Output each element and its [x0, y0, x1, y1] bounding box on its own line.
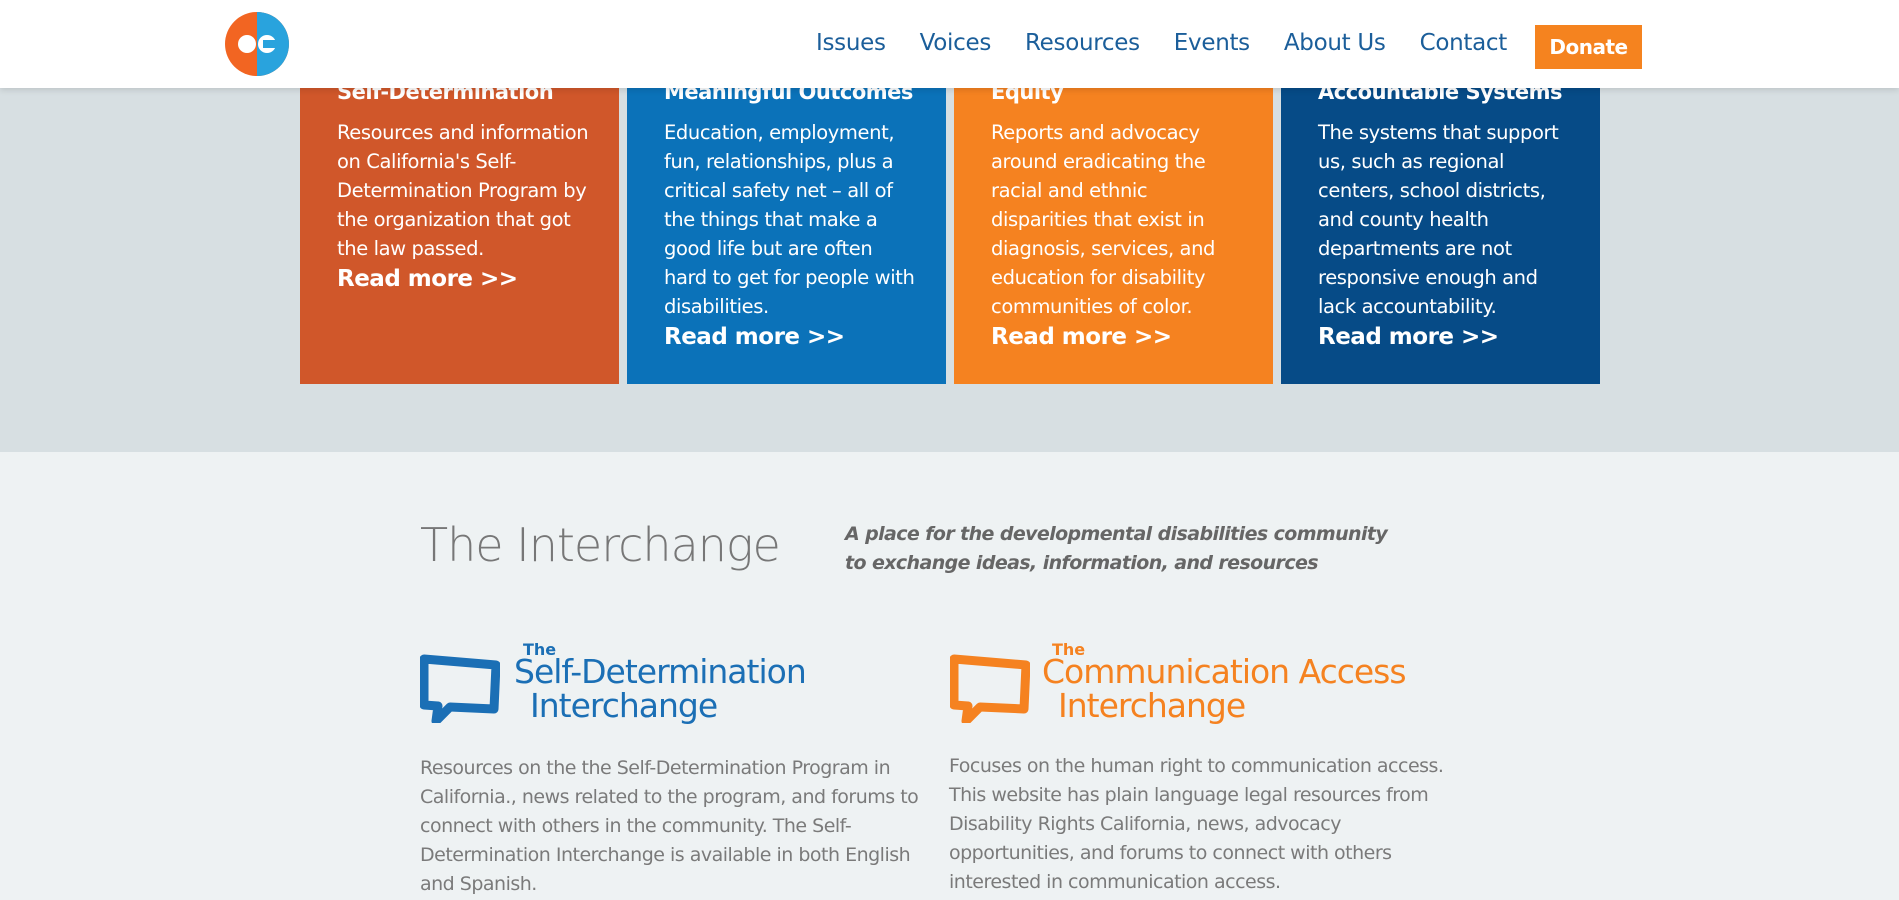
nav-resources[interactable]: Resources	[1025, 30, 1140, 56]
site-header: Issues Voices Resources Events About Us …	[0, 0, 1899, 88]
nav-about-us[interactable]: About Us	[1284, 30, 1386, 56]
speech-bubble-icon	[420, 654, 500, 723]
communication-access-description: Focuses on the human right to communicat…	[949, 755, 1444, 893]
logo-line-1: Self-Determination	[514, 652, 807, 691]
nav-contact[interactable]: Contact	[1420, 30, 1508, 56]
nav-events[interactable]: Events	[1174, 30, 1250, 56]
logo-line-2: Interchange	[530, 686, 718, 725]
card-body-text: Education, employment, fun, relationship…	[664, 121, 915, 318]
nav-voices[interactable]: Voices	[920, 30, 992, 56]
card-body-text: Reports and advocacy around eradicating …	[991, 121, 1216, 318]
main-nav: Issues Voices Resources Events About Us …	[782, 30, 1507, 56]
self-determination-interchange-logo[interactable]: The Self-Determination Interchange	[420, 640, 807, 730]
speech-bubble-icon	[950, 654, 1030, 723]
logo-line-2: Interchange	[1058, 686, 1246, 725]
card-body-text: The systems that support us, such as reg…	[1318, 121, 1559, 318]
read-more-link[interactable]: Read more >>	[664, 323, 916, 352]
read-more-link[interactable]: Read more >>	[337, 265, 589, 294]
read-more-link[interactable]: Read more >>	[991, 323, 1243, 352]
communication-access-interchange-logo[interactable]: The Communication Access Interchange	[950, 640, 1407, 730]
self-determination-description: Resources on the the Self-Determination …	[420, 757, 919, 895]
site-logo-icon[interactable]	[225, 12, 289, 76]
donate-button[interactable]: Donate	[1535, 25, 1642, 69]
logo-line-1: Communication Access	[1042, 652, 1407, 691]
card-body-text: Resources and information on California'…	[337, 121, 589, 260]
read-more-link[interactable]: Read more >>	[1318, 323, 1570, 352]
section-title: The Interchange	[420, 518, 781, 572]
nav-issues[interactable]: Issues	[816, 30, 886, 56]
section-tagline: A place for the developmental disabiliti…	[845, 523, 1388, 574]
